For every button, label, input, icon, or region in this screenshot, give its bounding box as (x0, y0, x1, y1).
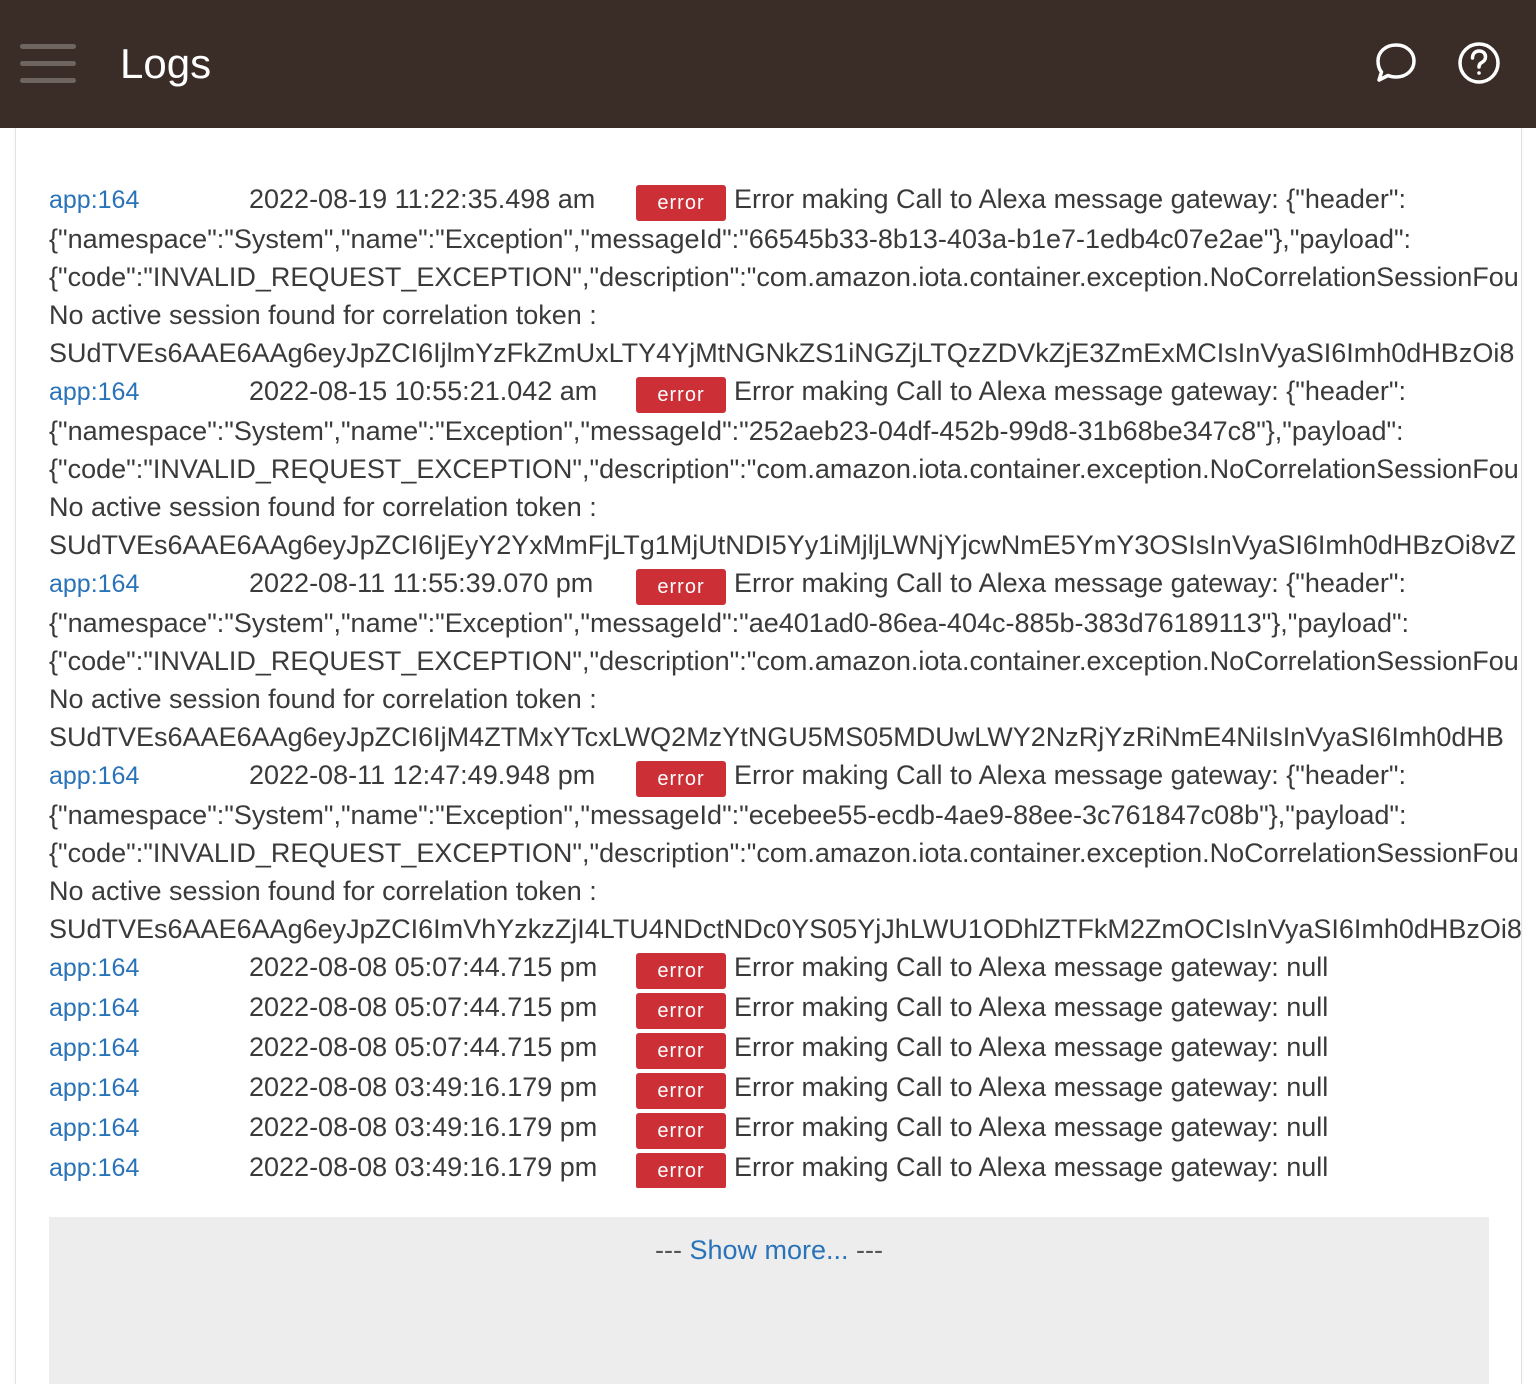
log-entry-header-row: app:164 2022-08-08 05:07:44.715 pm error Er… (49, 988, 1521, 1029)
show-more-container: --- Show more... --- (49, 1217, 1489, 1384)
log-level-badge: error (636, 761, 726, 797)
log-timestamp: 2022-08-11 11:55:39.070 pm (249, 568, 594, 598)
log-source-link[interactable]: app:164 (49, 1069, 139, 1107)
log-message-continuation: SUdTVEs6AAE6AAg6eyJpZCI6IjlmYzFkZmUxLTY4… (49, 338, 1515, 368)
logs-panel: app:164 2022-08-19 11:22:35.498 am error Er… (15, 128, 1522, 1384)
log-source-link[interactable]: app:164 (49, 1109, 139, 1147)
log-source-link[interactable]: app:164 (49, 989, 139, 1027)
log-timestamp: 2022-08-08 03:49:16.179 pm (249, 1112, 598, 1142)
log-entry-header-row: app:164 2022-08-11 12:47:49.948 pm error Er… (49, 756, 1521, 797)
log-message-continuation: {"code":"INVALID_REQUEST_EXCEPTION","des… (49, 454, 1519, 484)
log-entry: app:164 2022-08-08 05:07:44.715 pm error Er… (49, 1028, 1521, 1069)
log-timestamp: 2022-08-19 11:22:35.498 am (249, 184, 596, 214)
log-entry-header-row: app:164 2022-08-08 05:07:44.715 pm error Er… (49, 948, 1521, 989)
log-source-link[interactable]: app:164 (49, 181, 139, 219)
log-entry: app:164 2022-08-19 11:22:35.498 am error Er… (49, 180, 1521, 372)
log-level-badge: error (636, 1153, 726, 1188)
log-entry: app:164 2022-08-08 05:07:44.715 pm error Er… (49, 988, 1521, 1029)
log-message-continuation: No active session found for correlation … (49, 684, 597, 714)
log-message-continuation: {"code":"INVALID_REQUEST_EXCEPTION","des… (49, 262, 1519, 292)
log-entry: app:164 2022-08-08 03:49:16.179 pm error Er… (49, 1108, 1521, 1149)
log-list: app:164 2022-08-19 11:22:35.498 am error Er… (49, 180, 1521, 1188)
log-timestamp: 2022-08-15 10:55:21.042 am (249, 376, 598, 406)
log-message: Error making Call to Alexa message gatew… (734, 1112, 1329, 1142)
log-message: Error making Call to Alexa message gatew… (734, 1072, 1329, 1102)
log-level-badge: error (636, 1113, 726, 1149)
hamburger-menu-icon[interactable] (20, 42, 78, 86)
log-message-continuation: {"namespace":"System","name":"Exception"… (49, 416, 1404, 446)
log-message: Error making Call to Alexa message gatew… (734, 760, 1407, 790)
show-more-prefix: --- (654, 1235, 682, 1265)
log-source-link[interactable]: app:164 (49, 949, 139, 987)
log-message: Error making Call to Alexa message gatew… (734, 376, 1407, 406)
log-message-continuation: SUdTVEs6AAE6AAg6eyJpZCI6ImVhYzkzZjI4LTU4… (49, 914, 1521, 944)
log-source-link[interactable]: app:164 (49, 1029, 139, 1067)
log-entry-header-row: app:164 2022-08-08 05:07:44.715 pm error Er… (49, 1028, 1521, 1069)
log-level-badge: error (636, 185, 726, 221)
log-message: Error making Call to Alexa message gatew… (734, 184, 1407, 214)
log-entry-header-row: app:164 2022-08-08 03:49:16.179 pm error Er… (49, 1068, 1521, 1109)
log-entry-header-row: app:164 2022-08-19 11:22:35.498 am error Er… (49, 180, 1521, 221)
log-level-badge: error (636, 569, 726, 605)
show-more-suffix: --- (856, 1235, 884, 1265)
log-entry: app:164 2022-08-08 05:07:44.715 pm error Er… (49, 948, 1521, 989)
show-more-row: --- Show more... --- (49, 1235, 1489, 1266)
log-timestamp: 2022-08-08 05:07:44.715 pm (249, 1032, 598, 1062)
show-more-link[interactable]: Show more... (689, 1235, 848, 1265)
log-message-continuation: {"namespace":"System","name":"Exception"… (49, 608, 1410, 638)
chat-bubble-icon[interactable] (1373, 40, 1419, 86)
log-entry: app:164 2022-08-15 10:55:21.042 am error Er… (49, 372, 1521, 564)
log-level-badge: error (636, 953, 726, 989)
log-source-link[interactable]: app:164 (49, 1149, 139, 1187)
log-timestamp: 2022-08-08 03:49:16.179 pm (249, 1072, 598, 1102)
help-circle-icon[interactable] (1456, 40, 1502, 86)
log-level-badge: error (636, 993, 726, 1029)
log-message: Error making Call to Alexa message gatew… (734, 1152, 1329, 1182)
log-message: Error making Call to Alexa message gatew… (734, 1032, 1329, 1062)
log-entry-header-row: app:164 2022-08-15 10:55:21.042 am error Er… (49, 372, 1521, 413)
log-timestamp: 2022-08-08 05:07:44.715 pm (249, 952, 598, 982)
log-message-continuation: SUdTVEs6AAE6AAg6eyJpZCI6IjM4ZTMxYTcxLWQ2… (49, 722, 1504, 752)
log-message-continuation: SUdTVEs6AAE6AAg6eyJpZCI6IjEyY2YxMmFjLTg1… (49, 530, 1516, 560)
log-entry-header-row: app:164 2022-08-11 11:55:39.070 pm error Er… (49, 564, 1521, 605)
log-source-link[interactable]: app:164 (49, 373, 139, 411)
log-source-link[interactable]: app:164 (49, 757, 139, 795)
log-timestamp: 2022-08-08 03:49:16.179 pm (249, 1152, 598, 1182)
log-timestamp: 2022-08-08 05:07:44.715 pm (249, 992, 598, 1022)
page-title: Logs (120, 40, 212, 87)
log-entry: app:164 2022-08-11 11:55:39.070 pm error Er… (49, 564, 1521, 756)
log-level-badge: error (636, 377, 726, 413)
log-source-link[interactable]: app:164 (49, 565, 139, 603)
log-entry: app:164 2022-08-08 03:49:16.179 pm error Er… (49, 1148, 1521, 1188)
log-level-badge: error (636, 1073, 726, 1109)
log-message-continuation: {"code":"INVALID_REQUEST_EXCEPTION","des… (49, 646, 1519, 676)
log-entry: app:164 2022-08-08 03:49:16.179 pm error Er… (49, 1068, 1521, 1109)
log-message-continuation: {"namespace":"System","name":"Exception"… (49, 800, 1407, 830)
log-entry-header-row: app:164 2022-08-08 03:49:16.179 pm error Er… (49, 1108, 1521, 1149)
log-entry: app:164 2022-08-11 12:47:49.948 pm error Er… (49, 756, 1521, 948)
log-level-badge: error (636, 1033, 726, 1069)
log-message-continuation: No active session found for correlation … (49, 876, 597, 906)
log-timestamp: 2022-08-11 12:47:49.948 pm (249, 760, 596, 790)
log-message: Error making Call to Alexa message gatew… (734, 992, 1329, 1022)
log-message-continuation: {"namespace":"System","name":"Exception"… (49, 224, 1412, 254)
log-message-continuation: No active session found for correlation … (49, 300, 597, 330)
log-message-continuation: No active session found for correlation … (49, 492, 597, 522)
log-message: Error making Call to Alexa message gatew… (734, 568, 1407, 598)
top-app-bar: Logs (0, 0, 1536, 128)
log-message: Error making Call to Alexa message gatew… (734, 952, 1329, 982)
log-message-continuation: {"code":"INVALID_REQUEST_EXCEPTION","des… (49, 838, 1519, 868)
log-entry-header-row: app:164 2022-08-08 03:49:16.179 pm error Er… (49, 1148, 1521, 1188)
